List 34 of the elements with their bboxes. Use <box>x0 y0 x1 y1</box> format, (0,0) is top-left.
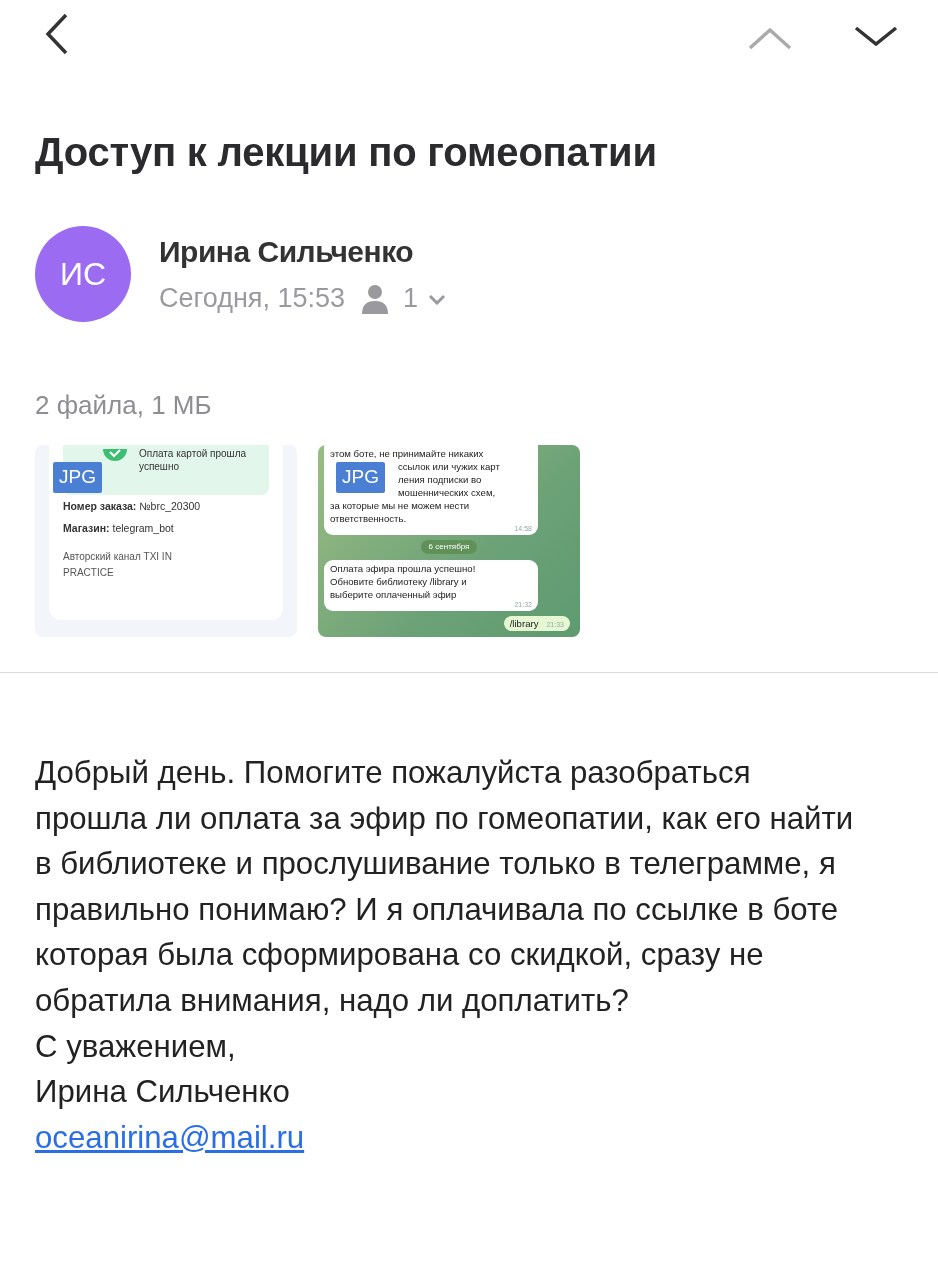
message-text: /library <box>509 617 539 630</box>
message-text: ссылок или чужих карт <box>398 460 500 473</box>
message-text: мошеннических схем, <box>398 486 496 499</box>
message-text: Оплата эфира прошла успешно! <box>330 562 476 575</box>
expand-button[interactable] <box>428 292 447 305</box>
sender-name: Ирина Сильченко <box>159 234 415 271</box>
attachment-thumbnail[interactable]: JPG Оплата картой прошла успешно Номер заказа: №brc_20300 Магазин: telegram_bot Авторский канал TXI IN PRACTICE <box>35 445 297 637</box>
attachment-thumbnail[interactable] <box>318 445 580 637</box>
email-date: Сегодня, 15:53 <box>159 282 346 316</box>
back-button[interactable] <box>44 12 70 56</box>
message-text: ответственность. <box>330 512 407 525</box>
message-text: выберите оплаченный эфир <box>330 588 457 601</box>
file-type-label: JPG <box>53 462 102 493</box>
message-paragraph: Добрый день. Помогите пожалуйста разобраться прошла ли оплата за эфир по гомеопатии, как его найти в библиотеке и прослушивание только в телеграмме, я правильно понимаю? И я оплачивала по ссылке в боте которая была сформирована со скидкой, сразу не обратила внимания, надо ли доплатить? <box>35 754 855 1020</box>
closing-text: С уважением, <box>35 1027 237 1066</box>
date-label: 6 сентября <box>420 540 478 554</box>
avatar: ИС <box>35 226 131 322</box>
email-link[interactable]: oceanirina@mail.ru <box>35 1119 305 1155</box>
signature-name: Ирина Сильченко <box>35 1073 291 1112</box>
shop-name: Авторский канал TXI IN PRACTICE <box>63 550 173 580</box>
banner-text: успешно <box>139 460 180 473</box>
message-text: этом боте, не принимайте никаких <box>330 447 484 460</box>
attachments-summary: 2 файла, 1 МБ <box>35 389 213 422</box>
message-text: за которые мы не можем нести <box>330 499 470 512</box>
order-detail: Магазин: telegram_bot <box>63 521 175 536</box>
message-text: ления подписки во <box>398 473 482 486</box>
email-subject: Доступ к лекции по гомеопатии <box>35 129 658 176</box>
message-text: Обновите библиотеку /library и <box>330 575 467 588</box>
check-icon <box>103 449 127 463</box>
order-detail: Номер заказа: №brc_20300 <box>63 499 202 514</box>
banner-text: Оплата картой прошла <box>139 447 248 460</box>
recipient-count: 1 <box>403 282 419 316</box>
person-icon <box>361 283 390 314</box>
file-type-label: JPG <box>336 462 385 493</box>
